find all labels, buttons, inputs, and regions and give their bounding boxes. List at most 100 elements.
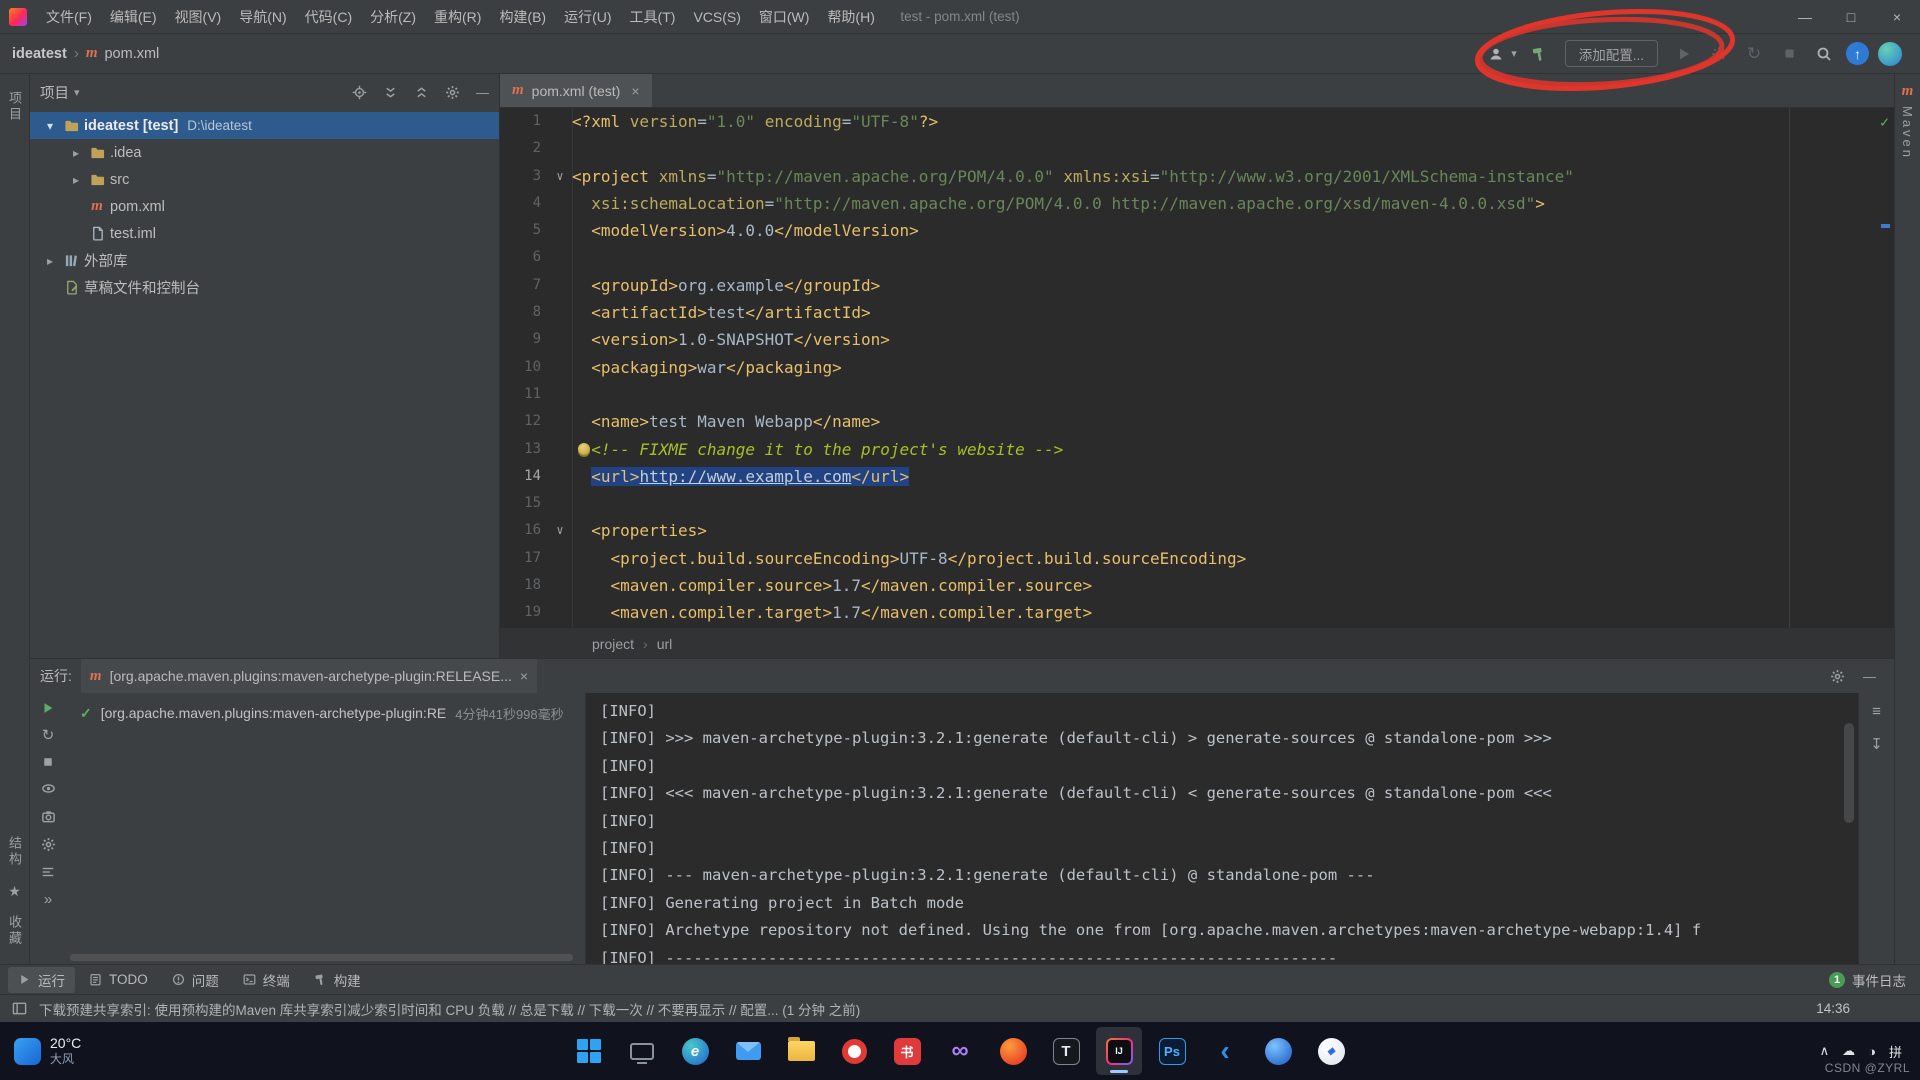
scroll-to-end-icon[interactable]: ↧ (1870, 735, 1883, 753)
toolwindow-switcher-icon[interactable] (12, 1001, 27, 1016)
settings-gear-icon[interactable] (1830, 669, 1845, 684)
favorites-star-icon[interactable]: ★ (8, 875, 21, 908)
menu-item[interactable]: 运行(U) (555, 0, 620, 33)
collapse-all-icon[interactable] (414, 85, 429, 100)
hide-panel-icon[interactable]: — (476, 85, 489, 100)
stop-button[interactable] (1776, 41, 1802, 67)
console-scrollbar[interactable] (1844, 723, 1854, 823)
close-tab-icon[interactable]: × (520, 668, 528, 684)
menu-item[interactable]: VCS(S) (684, 0, 749, 33)
file-explorer[interactable] (778, 1027, 824, 1075)
menu-item[interactable]: 分析(Z) (361, 0, 425, 33)
fold-marker-icon[interactable]: ∨ (548, 517, 572, 544)
menu-item[interactable]: 帮助(H) (818, 0, 883, 33)
code-line[interactable]: 16∨ <properties> (500, 517, 1894, 544)
run-button[interactable] (1671, 41, 1697, 67)
breadcrumb-project-tag[interactable]: project (592, 636, 634, 652)
menu-item[interactable]: 窗口(W) (750, 0, 819, 33)
code-line[interactable]: 7 <groupId>org.example</groupId> (500, 272, 1894, 299)
code-line[interactable]: 18 <maven.compiler.source>1.7</maven.com… (500, 572, 1894, 599)
user-avatar[interactable] (1878, 42, 1902, 66)
screenshot-icon[interactable] (41, 809, 56, 824)
code-line[interactable]: 14 <url>http://www.example.com</url> (500, 463, 1894, 490)
rerun-failed-icon[interactable]: ↻ (42, 728, 55, 743)
build-hammer-icon[interactable] (1526, 41, 1552, 67)
hide-panel-icon[interactable]: — (1863, 669, 1876, 684)
code-line[interactable]: 3∨<project xmlns="http://maven.apache.or… (500, 163, 1894, 190)
code-editor[interactable]: 1<?xml version="1.0" encoding="UTF-8"?>2… (500, 108, 1894, 628)
visual-studio-app[interactable]: ∞ (937, 1027, 983, 1075)
code-line[interactable]: 13 <!-- FIXME change it to the project's… (500, 436, 1894, 463)
expander-icon[interactable]: ▾ (40, 119, 60, 133)
menu-item[interactable]: 重构(R) (425, 0, 490, 33)
fold-marker-icon[interactable]: ∨ (548, 163, 572, 190)
expand-all-icon[interactable] (383, 85, 398, 100)
cloud-drive-app[interactable] (1255, 1027, 1301, 1075)
tree-item[interactable]: test.iml (30, 220, 499, 247)
red-note-app[interactable]: 书 (884, 1027, 930, 1075)
chevron-down-icon[interactable]: ▾ (74, 86, 80, 99)
locate-file-icon[interactable] (352, 85, 367, 100)
menu-item[interactable]: 编辑(E) (101, 0, 166, 33)
code-line[interactable]: 15 (500, 490, 1894, 517)
task-view-app[interactable] (619, 1027, 665, 1075)
tool-button-structure[interactable]: 结构 (5, 829, 24, 875)
inspections-ok-icon[interactable]: ✓ (1880, 113, 1889, 131)
code-line[interactable]: 6 (500, 244, 1894, 271)
orange-browser-app[interactable] (990, 1027, 1036, 1075)
sort-lines-icon[interactable] (41, 865, 55, 879)
tool-button-terminal[interactable]: 终端 (233, 967, 300, 993)
horizontal-scrollbar[interactable] (70, 954, 573, 961)
expander-icon[interactable]: ▸ (66, 146, 86, 160)
code-line[interactable]: 12 <name>test Maven Webapp</name> (500, 408, 1894, 435)
vscode-app[interactable]: ‹ (1202, 1027, 1248, 1075)
search-everywhere-icon[interactable] (1811, 41, 1837, 67)
tree-item[interactable]: ▸.idea (30, 139, 499, 166)
tree-item[interactable]: ▸外部库 (30, 247, 499, 274)
status-message[interactable]: 下载预建共享索引: 使用预构建的Maven 库共享索引减少索引时间和 CPU 负… (39, 999, 860, 1019)
tree-item[interactable]: mpom.xml (30, 193, 499, 220)
rerun-icon[interactable]: ↻ (1741, 41, 1767, 67)
soft-wrap-icon[interactable]: ≡ (1872, 703, 1881, 720)
photoshop-app[interactable]: Ps (1149, 1027, 1195, 1075)
profiler-icon[interactable] (1706, 41, 1732, 67)
tool-button-favorites[interactable]: 收藏 (5, 908, 24, 954)
mail-app[interactable] (725, 1027, 771, 1075)
minimize-button[interactable]: — (1782, 0, 1828, 33)
update-notification-icon[interactable]: ↑ (1846, 42, 1869, 65)
close-button[interactable]: × (1874, 0, 1920, 33)
settings-gear-icon[interactable] (41, 837, 56, 852)
menu-item[interactable]: 视图(V) (166, 0, 231, 33)
edge-browser[interactable]: e (672, 1027, 718, 1075)
input-method-indicator[interactable]: 拼 (1889, 1042, 1902, 1061)
user-icon[interactable] (1483, 41, 1509, 67)
run-tree-item[interactable]: ✓ [org.apache.maven.plugins:maven-archet… (66, 700, 585, 726)
code-line[interactable]: 10 <packaging>war</packaging> (500, 354, 1894, 381)
maximize-button[interactable]: □ (1828, 0, 1874, 33)
code-line[interactable]: 11 (500, 381, 1894, 408)
code-line[interactable]: 19 <maven.compiler.target>1.7</maven.com… (500, 599, 1894, 626)
run-console[interactable]: [INFO][INFO] >>> maven-archetype-plugin:… (586, 693, 1894, 964)
code-line[interactable]: 17 <project.build.sourceEncoding>UTF-8</… (500, 545, 1894, 572)
menu-item[interactable]: 文件(F) (37, 0, 101, 33)
red-ring-app[interactable] (831, 1027, 877, 1075)
typora-app[interactable]: T (1043, 1027, 1089, 1075)
close-tab-icon[interactable]: × (631, 83, 639, 99)
tree-item[interactable]: 草稿文件和控制台 (30, 274, 499, 301)
expander-icon[interactable]: ▸ (40, 254, 60, 268)
code-line[interactable]: 8 <artifactId>test</artifactId> (500, 299, 1894, 326)
more-options-icon[interactable]: » (44, 892, 52, 907)
run-tab[interactable]: m [org.apache.maven.plugins:maven-archet… (81, 659, 537, 693)
intellij-idea-app[interactable]: IJ (1096, 1027, 1142, 1075)
rerun-button[interactable] (41, 701, 55, 715)
intention-bulb-icon[interactable] (578, 443, 590, 455)
breadcrumb-file[interactable]: pom.xml (104, 46, 159, 62)
code-line[interactable]: 2 (500, 135, 1894, 162)
tool-button-hammer[interactable]: 构建 (304, 967, 371, 993)
code-line[interactable]: 1<?xml version="1.0" encoding="UTF-8"?> (500, 108, 1894, 135)
tool-button-event-log[interactable]: 事件日志 (1852, 970, 1906, 990)
show-passed-eye-icon[interactable] (41, 781, 56, 796)
tool-button-todo[interactable]: TODO (79, 967, 158, 993)
menu-item[interactable]: 工具(T) (621, 0, 685, 33)
onedrive-cloud-icon[interactable]: ☁ (1842, 1043, 1855, 1059)
